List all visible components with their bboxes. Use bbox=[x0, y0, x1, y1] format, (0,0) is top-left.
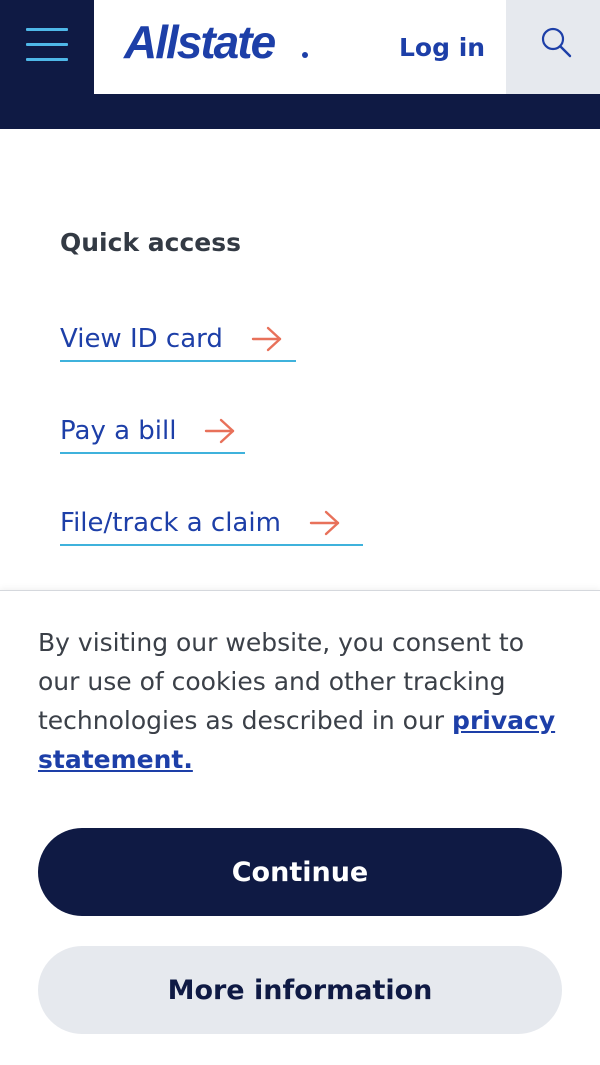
cookie-consent-text: By visiting our website, you consent to … bbox=[38, 623, 568, 779]
quick-access-title: Quick access bbox=[60, 228, 241, 257]
site-header: Allstate Log in bbox=[0, 0, 600, 129]
more-information-button[interactable]: More information bbox=[38, 946, 562, 1034]
continue-button[interactable]: Continue bbox=[38, 828, 562, 916]
menu-button[interactable] bbox=[0, 0, 94, 94]
link-label: Pay a bill bbox=[60, 416, 177, 446]
view-id-card-link[interactable]: View ID card bbox=[60, 322, 296, 362]
search-icon bbox=[541, 27, 572, 58]
file-track-claim-link[interactable]: File/track a claim bbox=[60, 506, 363, 546]
allstate-logo[interactable]: Allstate bbox=[124, 14, 276, 70]
search-button[interactable] bbox=[506, 0, 600, 94]
link-label: View ID card bbox=[60, 324, 223, 354]
logo-dot bbox=[302, 52, 308, 58]
hamburger-menu-icon bbox=[26, 28, 68, 31]
arrow-right-icon bbox=[251, 326, 282, 352]
login-link[interactable]: Log in bbox=[399, 30, 485, 66]
arrow-right-icon bbox=[205, 418, 235, 444]
cookie-consent-banner: By visiting our website, you consent to … bbox=[0, 590, 600, 1065]
pay-a-bill-link[interactable]: Pay a bill bbox=[60, 414, 245, 454]
link-label: File/track a claim bbox=[60, 508, 281, 538]
arrow-right-icon bbox=[309, 510, 340, 536]
